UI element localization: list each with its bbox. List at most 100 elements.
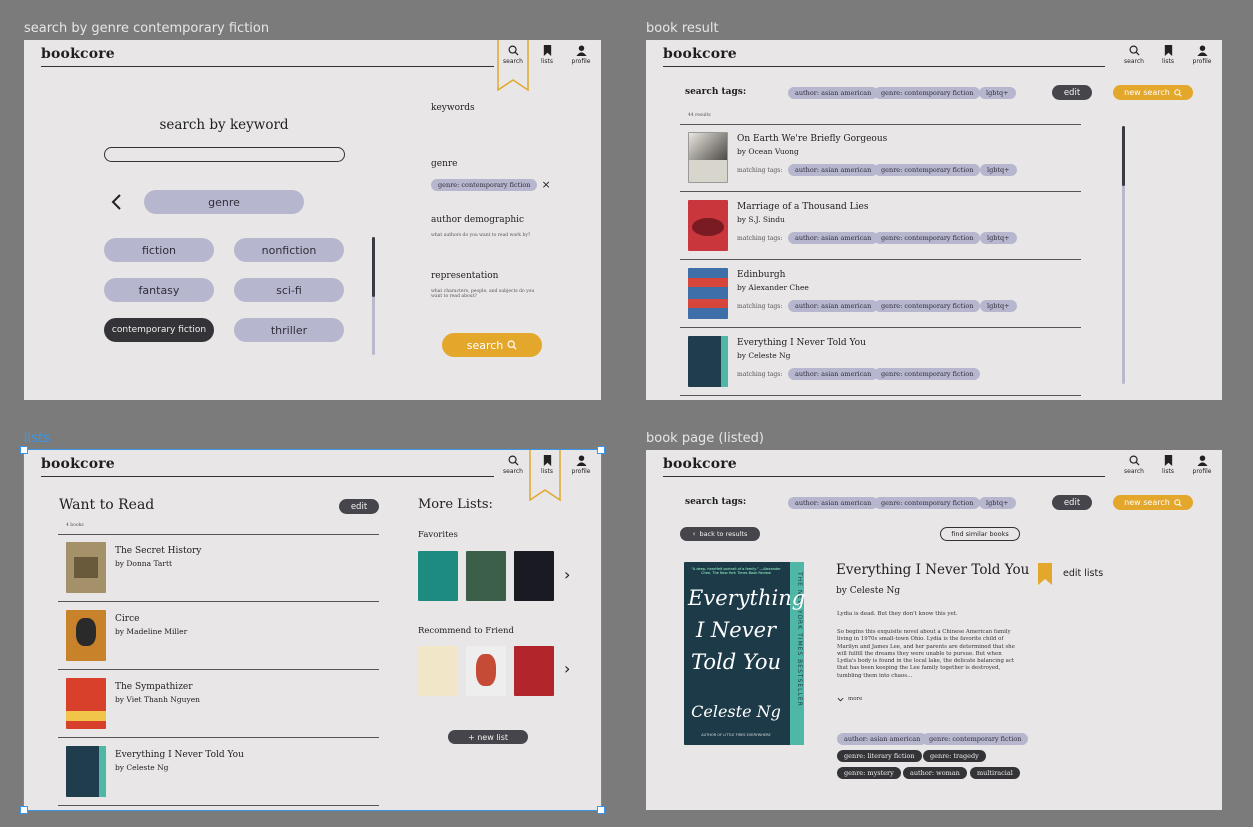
genre-option-contemporary-fiction[interactable]: contemporary fiction — [104, 318, 214, 342]
nav-lists[interactable]: lists — [1157, 455, 1179, 475]
book-tag[interactable]: genre: tragedy — [923, 750, 986, 762]
recommend-cover[interactable] — [466, 646, 506, 696]
match-tag[interactable]: genre: contemporary fiction — [874, 232, 981, 244]
app-logo[interactable]: bookcore — [663, 46, 737, 62]
genre-option-nonfiction[interactable]: nonfiction — [234, 238, 344, 262]
genre-option-fantasy[interactable]: fantasy — [104, 278, 214, 302]
selection-handle[interactable] — [20, 806, 28, 814]
bookmark-icon[interactable] — [1038, 563, 1052, 585]
list-item[interactable]: Circe by Madeline Miller — [58, 602, 379, 670]
genre-option-fiction[interactable]: fiction — [104, 238, 214, 262]
chevron-left-icon[interactable] — [110, 193, 122, 211]
recommend-label[interactable]: Recommend to Friend — [418, 626, 514, 636]
result-row[interactable]: Everything I Never Told You by Celeste N… — [680, 328, 1081, 396]
list-item[interactable]: Everything I Never Told You by Celeste N… — [58, 738, 379, 806]
book-tag[interactable]: author: woman — [903, 767, 967, 779]
results-scrollbar[interactable] — [1122, 126, 1125, 384]
result-row[interactable]: Edinburgh by Alexander Chee matching tag… — [680, 260, 1081, 328]
app-logo[interactable]: bookcore — [41, 46, 115, 62]
match-tag[interactable]: author: asian american — [788, 368, 879, 380]
match-tag[interactable]: genre: contemporary fiction — [874, 368, 981, 380]
selection-handle[interactable] — [597, 806, 605, 814]
nav-profile[interactable]: profile — [570, 45, 592, 65]
book-tag[interactable]: genre: literary fiction — [837, 750, 922, 762]
find-similar-button[interactable]: find similar books — [940, 527, 1020, 541]
new-list-button[interactable]: + new list — [448, 730, 528, 744]
book-title[interactable]: The Sympathizer — [115, 682, 193, 692]
header-divider — [663, 66, 1105, 67]
nav-search[interactable]: search — [1123, 45, 1145, 65]
new-search-button[interactable]: new search — [1113, 495, 1193, 510]
favorites-cover[interactable] — [466, 551, 506, 601]
match-tag[interactable]: author: asian american — [788, 232, 879, 244]
match-tag[interactable]: lgbtq+ — [980, 164, 1017, 176]
nav-profile[interactable]: profile — [1191, 455, 1213, 475]
more-toggle[interactable]: more — [837, 696, 862, 702]
book-author: by Viet Thanh Nguyen — [115, 695, 200, 704]
app-logo[interactable]: bookcore — [663, 456, 737, 472]
genre-option-sci-fi[interactable]: sci-fi — [234, 278, 344, 302]
nav-profile[interactable]: profile — [1191, 45, 1213, 65]
recommend-cover[interactable] — [514, 646, 554, 696]
genre-scrollbar[interactable] — [372, 237, 375, 355]
nav-lists[interactable]: lists — [536, 45, 558, 65]
match-tag[interactable]: genre: contemporary fiction — [874, 164, 981, 176]
match-tag[interactable]: author: asian american — [788, 300, 879, 312]
chevron-right-icon[interactable]: › — [564, 565, 570, 584]
chevron-right-icon[interactable]: › — [564, 659, 570, 678]
close-icon[interactable]: × — [541, 178, 550, 191]
new-search-button[interactable]: new search — [1113, 85, 1193, 100]
book-title[interactable]: Everything I Never Told You — [115, 750, 244, 760]
book-count: 4 books — [66, 523, 84, 528]
book-title[interactable]: The Secret History — [115, 546, 201, 556]
app-logo[interactable]: bookcore — [41, 456, 115, 472]
more-label: more — [848, 696, 863, 702]
match-tag[interactable]: lgbtq+ — [980, 232, 1017, 244]
nav-search[interactable]: search — [502, 455, 524, 475]
back-to-results-button[interactable]: ‹ back to results — [680, 527, 760, 541]
nav-lists[interactable]: lists — [536, 455, 558, 475]
nav-lists[interactable]: lists — [1157, 45, 1179, 65]
book-title[interactable]: Everything I Never Told You — [737, 338, 866, 348]
book-title[interactable]: On Earth We're Briefly Gorgeous — [737, 134, 887, 144]
search-tag[interactable]: lgbtq+ — [979, 497, 1016, 509]
book-author[interactable]: by Celeste Ng — [836, 586, 900, 596]
genre-filter-chip[interactable]: genre: contemporary fiction — [431, 178, 538, 191]
book-tag[interactable]: genre: contemporary fiction — [922, 733, 1029, 745]
nav-search[interactable]: search — [502, 45, 524, 65]
edit-lists-link[interactable]: edit lists — [1063, 568, 1103, 579]
book-title[interactable]: Edinburgh — [737, 270, 785, 280]
list-item[interactable]: The Sympathizer by Viet Thanh Nguyen — [58, 670, 379, 738]
search-button[interactable]: search — [442, 333, 542, 357]
recommend-cover[interactable] — [418, 646, 458, 696]
keyword-search-input[interactable] — [104, 147, 345, 162]
selection-handle[interactable] — [597, 446, 605, 454]
search-tag[interactable]: author: asian american — [788, 497, 879, 509]
match-tag[interactable]: genre: contemporary fiction — [874, 300, 981, 312]
search-tag[interactable]: genre: contemporary fiction — [874, 497, 981, 509]
nav-search[interactable]: search — [1123, 455, 1145, 475]
result-row[interactable]: Marriage of a Thousand Lies by S.J. Sind… — [680, 192, 1081, 260]
book-tag[interactable]: multiracial — [970, 767, 1020, 779]
favorites-cover[interactable] — [418, 551, 458, 601]
search-tag[interactable]: lgbtq+ — [979, 87, 1016, 99]
match-tag[interactable]: lgbtq+ — [980, 300, 1017, 312]
list-item[interactable]: The Secret History by Donna Tartt — [58, 534, 379, 602]
search-tag[interactable]: genre: contemporary fiction — [874, 87, 981, 99]
nav-profile[interactable]: profile — [570, 455, 592, 475]
edit-tags-button[interactable]: edit — [1052, 85, 1092, 100]
favorites-cover[interactable] — [514, 551, 554, 601]
search-tags-label: search tags: — [685, 497, 747, 507]
book-tag[interactable]: genre: mystery — [837, 767, 901, 779]
edit-list-button[interactable]: edit — [339, 499, 379, 514]
genre-option-thriller[interactable]: thriller — [234, 318, 344, 342]
book-tag[interactable]: author: asian american — [837, 733, 928, 745]
book-title[interactable]: Circe — [115, 614, 139, 624]
result-row[interactable]: On Earth We're Briefly Gorgeous by Ocean… — [680, 124, 1081, 192]
match-tag[interactable]: author: asian american — [788, 164, 879, 176]
selection-handle[interactable] — [20, 446, 28, 454]
book-title[interactable]: Marriage of a Thousand Lies — [737, 202, 868, 212]
edit-tags-button[interactable]: edit — [1052, 495, 1092, 510]
search-tag[interactable]: author: asian american — [788, 87, 879, 99]
favorites-label[interactable]: Favorites — [418, 530, 458, 540]
